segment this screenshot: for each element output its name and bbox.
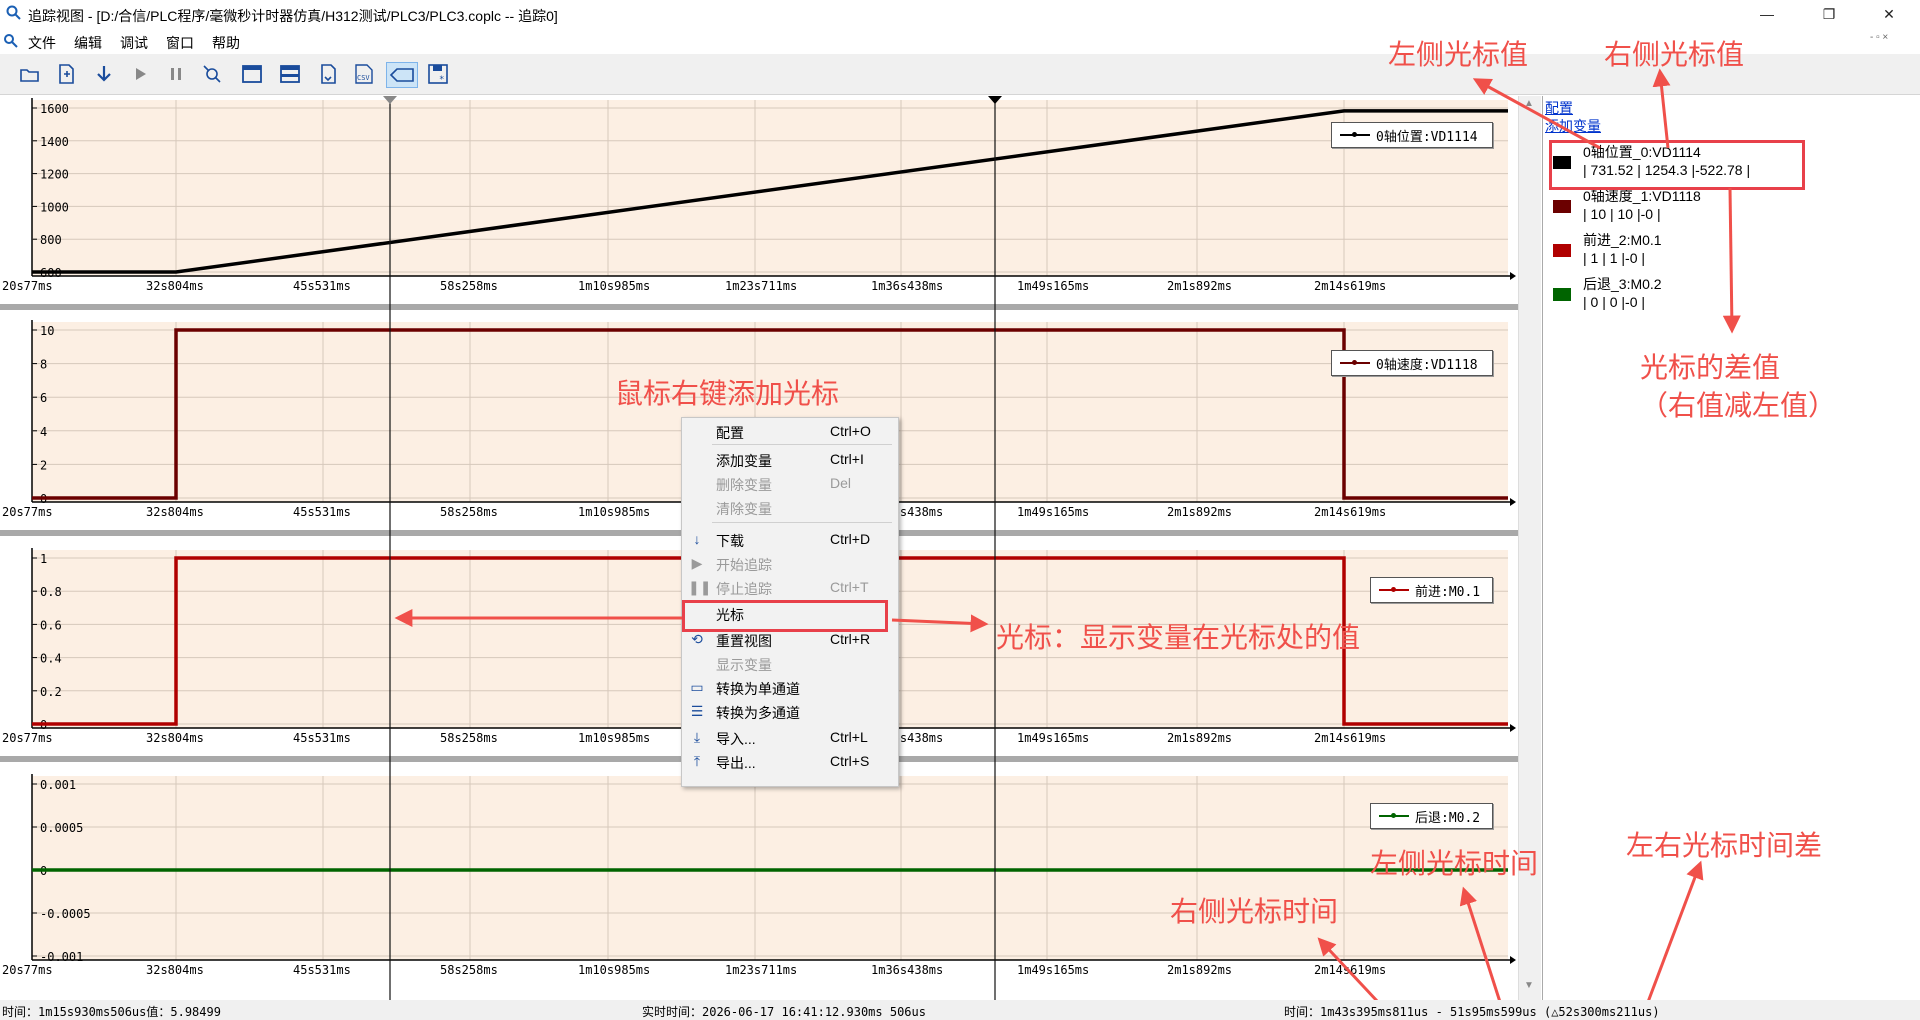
status-realtime: 实时时间：2026-06-17 16:41:12.930ms 506us <box>642 1005 926 1019</box>
annotation-cursor-time-diff: 左右光标时间差 <box>1626 830 1823 861</box>
arrow-diff <box>1722 187 1741 334</box>
annotation-cursor-desc: 光标：显示变量在光标处的值 <box>996 622 1361 653</box>
annotation-left-cursor-value: 左侧光标值 <box>1388 39 1529 70</box>
arrow-right-time <box>1317 937 1380 1004</box>
status-cursor-time: 时间：1m43s395ms811us - 51s95ms599us (△52s3… <box>1284 1005 1660 1019</box>
annotation-right-click-add: 鼠标右键添加光标 <box>615 378 840 409</box>
annotation-right-cursor-time: 右侧光标时间 <box>1170 896 1339 927</box>
arrow-cursor-right <box>891 614 989 633</box>
annotation-arrows <box>394 68 1741 1004</box>
status-cursor-value: 时间：1m15s930ms506us值：5.98499 <box>2 1005 221 1019</box>
arrow-left-value <box>1472 78 1601 150</box>
arrow-left-time <box>1459 886 1502 1003</box>
annotation-left-cursor-time: 左侧光标时间 <box>1370 848 1539 879</box>
status-bar: 时间：1m15s930ms506us值：5.98499 实时时间：2026-06… <box>0 1000 1920 1020</box>
arrow-time-diff <box>1646 860 1704 1003</box>
annotation-right-cursor-value: 右侧光标值 <box>1604 39 1745 70</box>
arrow-right-value <box>1652 68 1671 149</box>
annotation-cursor-diff-note: （右值减左值） <box>1640 390 1837 421</box>
annotation-cursor-diff: 光标的差值 <box>1640 352 1781 383</box>
